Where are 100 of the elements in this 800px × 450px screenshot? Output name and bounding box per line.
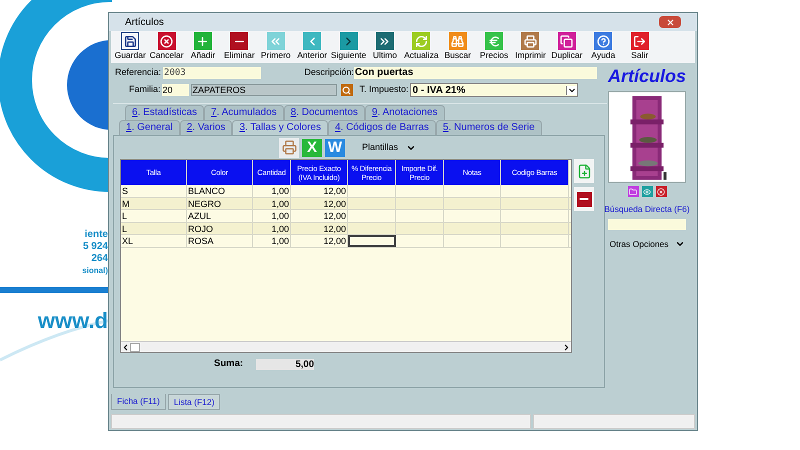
table-cell: 12,00 bbox=[291, 235, 348, 247]
search-icon bbox=[342, 86, 352, 94]
tab[interactable]: 5. Numeros de Serie bbox=[436, 120, 542, 135]
cancel-icon bbox=[158, 32, 176, 50]
close-icon bbox=[666, 18, 674, 26]
toolbar-button[interactable]: Cancelar bbox=[148, 31, 185, 61]
backdrop-url: www.d bbox=[38, 307, 108, 335]
tab[interactable]: 8. Documentos bbox=[284, 105, 365, 120]
print-button[interactable] bbox=[279, 138, 299, 158]
tab[interactable]: 2. Varios bbox=[180, 120, 232, 135]
dropdown-icon bbox=[566, 86, 577, 94]
toolbar-button[interactable]: Siguiente bbox=[330, 31, 367, 61]
refresh-icon bbox=[412, 32, 430, 50]
table-cell: NEGRO bbox=[187, 198, 253, 210]
toolbar-button[interactable]: Salir bbox=[621, 31, 658, 61]
remove-row-button[interactable] bbox=[574, 187, 594, 211]
previous-icon bbox=[303, 32, 322, 50]
tax-select[interactable]: 0 - IVA 21% bbox=[410, 83, 578, 97]
direct-search-field[interactable] bbox=[608, 218, 686, 230]
folder-icon bbox=[629, 188, 637, 196]
last-icon bbox=[376, 32, 394, 50]
first-icon bbox=[266, 32, 285, 50]
table-cell: ROJO bbox=[187, 222, 253, 234]
backdrop-text: iente bbox=[84, 229, 108, 241]
binoculars-icon bbox=[448, 32, 467, 50]
sum-value: 5,00 bbox=[256, 358, 314, 370]
printer-icon bbox=[521, 32, 540, 50]
direct-search-link[interactable]: Búsqueda Directa (F6) bbox=[604, 203, 690, 216]
table-cell: L bbox=[121, 222, 187, 234]
table-cell: 1,00 bbox=[253, 185, 291, 197]
reference-field[interactable]: 2003 bbox=[163, 67, 262, 79]
remove-image-button[interactable] bbox=[656, 186, 666, 197]
tab[interactable]: 6. Estadísticas bbox=[125, 105, 204, 120]
search-button[interactable] bbox=[340, 84, 353, 96]
table-cell: M bbox=[121, 198, 187, 210]
printer-icon bbox=[282, 140, 296, 155]
toolbar-button[interactable]: Eliminar bbox=[221, 31, 258, 61]
toolbar-button[interactable]: Guardar bbox=[112, 31, 148, 61]
toolbar-button[interactable]: Imprimir bbox=[512, 31, 549, 61]
view-tab[interactable]: Lista (F12) bbox=[168, 394, 220, 410]
scroll-thumb[interactable] bbox=[130, 342, 140, 352]
templates-menu[interactable]: Plantillas bbox=[362, 140, 416, 154]
table-cell: L bbox=[121, 210, 187, 222]
table-cell: 12,00 bbox=[291, 185, 348, 197]
scroll-left-icon bbox=[121, 342, 130, 352]
horizontal-scrollbar[interactable] bbox=[121, 341, 571, 352]
toolbar-button[interactable]: Precios bbox=[476, 31, 512, 61]
section-heading: Artículos bbox=[608, 65, 686, 87]
tab[interactable]: 3. Tallas y Colores bbox=[232, 120, 328, 135]
field-label: Descripción: bbox=[304, 66, 354, 80]
table-cell: BLANCO bbox=[187, 185, 253, 197]
table-cell: S bbox=[121, 185, 187, 197]
family-code-field[interactable]: 20 bbox=[162, 84, 189, 96]
euro-icon bbox=[485, 32, 504, 50]
toolbar-button[interactable]: Añadir bbox=[184, 31, 222, 61]
copy-icon bbox=[558, 32, 576, 50]
folder-button[interactable] bbox=[628, 186, 638, 197]
description-field[interactable]: Con puertas bbox=[354, 67, 597, 79]
table-cell: XL bbox=[121, 235, 187, 247]
cancel-icon bbox=[657, 188, 665, 196]
toolbar-button[interactable]: Actualiza bbox=[403, 31, 440, 61]
table-cell: AZUL bbox=[187, 210, 253, 222]
toolbar-button[interactable]: Anterior bbox=[294, 31, 330, 61]
table-cell: 1,00 bbox=[253, 222, 291, 234]
toolbar-button[interactable]: Primero bbox=[258, 31, 294, 61]
table-cell: 12,00 bbox=[291, 198, 348, 210]
field-label: Familia: bbox=[129, 83, 161, 96]
view-button[interactable] bbox=[642, 186, 652, 197]
tab[interactable]: 1. General bbox=[119, 120, 180, 135]
tab[interactable]: 7. Acumulados bbox=[204, 105, 284, 120]
toolbar-button[interactable]: Buscar bbox=[440, 31, 476, 61]
next-icon bbox=[340, 32, 358, 50]
toolbar-button[interactable]: Ayuda bbox=[585, 31, 622, 61]
backdrop-text: 5 924 bbox=[82, 241, 108, 253]
backdrop-text: 264 bbox=[91, 253, 108, 265]
close-button[interactable] bbox=[659, 16, 681, 28]
table-cell: 12,00 bbox=[291, 222, 348, 234]
eye-icon bbox=[643, 188, 651, 196]
table-cell: ROSA bbox=[187, 235, 253, 247]
scroll-right-icon bbox=[562, 342, 571, 352]
sum-label: Suma: bbox=[214, 357, 244, 371]
view-tab[interactable]: Ficha (F11) bbox=[111, 394, 166, 410]
more-options-menu[interactable]: Otras Opciones bbox=[609, 238, 685, 250]
field-label: T. Impuesto: bbox=[360, 83, 409, 96]
backdrop-text: sional) bbox=[82, 265, 108, 277]
exit-icon bbox=[630, 32, 649, 50]
add-file-icon bbox=[576, 164, 592, 178]
table-cell: 12,00 bbox=[291, 210, 348, 222]
table-cell: 1,00 bbox=[253, 198, 291, 210]
toolbar-button[interactable]: Ultimo bbox=[366, 31, 404, 61]
family-name-field: ZAPATEROS bbox=[190, 84, 337, 96]
window-title: Artículos bbox=[125, 16, 164, 30]
tab[interactable]: 9. Anotaciones bbox=[364, 105, 445, 120]
help-icon bbox=[594, 32, 612, 50]
table-cell: 1,00 bbox=[253, 210, 291, 222]
plus-icon bbox=[194, 32, 212, 50]
minus-icon bbox=[576, 192, 592, 206]
toolbar-button[interactable]: Duplicar bbox=[548, 31, 586, 61]
word-button[interactable]: W bbox=[325, 138, 345, 156]
tab[interactable]: 4. Códigos de Barras bbox=[328, 120, 436, 135]
